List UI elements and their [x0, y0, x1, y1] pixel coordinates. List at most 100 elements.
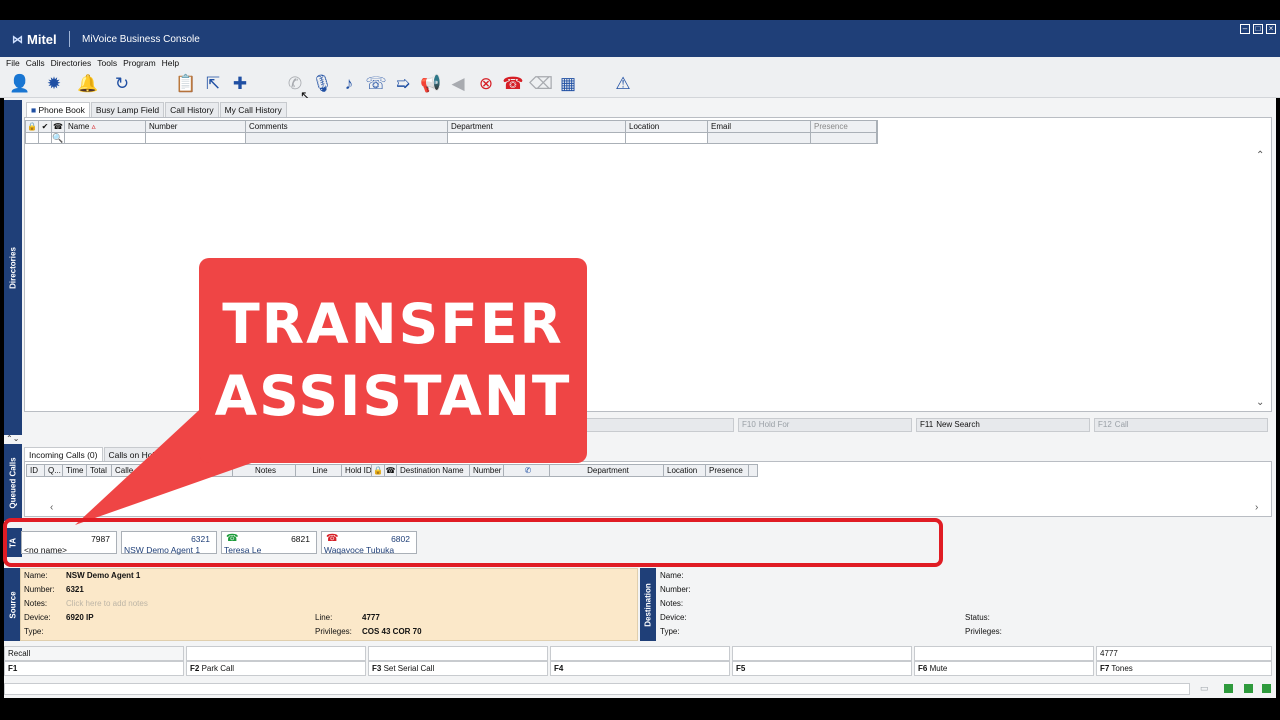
f2-park-call-key[interactable]: F2 Park Call [186, 661, 366, 676]
destination-name-label: Name: [660, 571, 684, 580]
bell-icon[interactable]: 🔔 [76, 73, 100, 95]
ta-highlight-box [3, 518, 943, 567]
menu-bar: File Calls Directories Tools Program Hel… [0, 57, 1280, 70]
col-number[interactable]: Number [146, 121, 246, 132]
tab-call-history[interactable]: Call History [165, 102, 219, 117]
f10-hold-for-key[interactable]: F10 Hold For [738, 418, 912, 432]
source-notes-field[interactable]: Click here to add notes [66, 599, 148, 608]
destination-privileges-label: Privileges: [965, 627, 1002, 636]
directory-tabs: ■ Phone Book Busy Lamp Field Call Histor… [26, 102, 288, 117]
back-icon[interactable]: ◀ [446, 73, 470, 95]
filter-comments[interactable] [246, 133, 448, 143]
menu-tools[interactable]: Tools [97, 57, 117, 70]
col-location[interactable]: Location [626, 121, 708, 132]
microphone-mute-icon[interactable]: 🎙 [310, 73, 334, 95]
callout-line-1: TRANSFER [222, 292, 564, 356]
settings-icon[interactable]: ✹ [42, 73, 66, 95]
blank-key-top-2[interactable] [186, 646, 366, 661]
blank-key-top-6[interactable] [914, 646, 1094, 661]
f5-key[interactable]: F5 [732, 661, 912, 676]
blank-key-top-5[interactable] [732, 646, 912, 661]
queued-calls-side-tab[interactable]: Queued Calls [4, 444, 22, 521]
col-presence[interactable]: Presence [706, 465, 749, 476]
col-presence[interactable]: Presence [811, 121, 877, 132]
filter-name[interactable] [65, 133, 146, 143]
col-location[interactable]: Location [664, 465, 706, 476]
source-name: NSW Demo Agent 1 [66, 571, 141, 580]
clipboard-icon[interactable]: 📋 [174, 73, 198, 95]
col-name[interactable]: Name ▵ [65, 121, 146, 132]
directories-side-tab[interactable]: Directories [4, 100, 22, 435]
tab-busy-lamp-field[interactable]: Busy Lamp Field [90, 102, 165, 117]
menu-directories[interactable]: Directories [51, 57, 92, 70]
menu-program[interactable]: Program [123, 57, 156, 70]
menu-calls[interactable]: Calls [26, 57, 45, 70]
source-privileges: COS 43 COR 70 [362, 627, 422, 636]
menu-file[interactable]: File [6, 57, 20, 70]
line-value-key[interactable]: 4777 [1096, 646, 1272, 661]
f1-key[interactable]: F1 [4, 661, 184, 676]
mitel-logo: ⋈ Mitel [12, 32, 57, 47]
filter-email[interactable] [708, 133, 811, 143]
filter-department[interactable] [448, 133, 626, 143]
destination-side-tab[interactable]: Destination [640, 568, 656, 641]
close-button[interactable]: × [1266, 24, 1276, 34]
recall-key[interactable]: Recall [4, 646, 184, 661]
menu-help[interactable]: Help [162, 57, 179, 70]
tab-my-call-history[interactable]: My Call History [219, 102, 287, 117]
f7-tones-key[interactable]: F7 Tones [1096, 661, 1272, 676]
blank-key-top-3[interactable] [368, 646, 548, 661]
scroll-down-icon[interactable]: ⌄ [1256, 397, 1264, 408]
filter-number[interactable] [146, 133, 246, 143]
source-notes-label: Notes: [24, 599, 48, 608]
destination-notes-label: Notes: [660, 599, 684, 608]
pin-icon[interactable]: ⇱ [201, 73, 225, 95]
clear-icon[interactable]: ⌫ [529, 73, 553, 95]
filter-location[interactable] [626, 133, 708, 143]
collapse-toggle-icon[interactable]: ⌃⌄ [6, 434, 19, 443]
warning-icon[interactable]: ⚠ [611, 73, 635, 95]
scroll-left-icon[interactable]: ‹ [50, 502, 53, 513]
f12-call-key[interactable]: F12 Call [1094, 418, 1268, 432]
f11-new-search-key[interactable]: F11 New Search [916, 418, 1090, 432]
call-forward-icon[interactable]: ☏ [364, 73, 388, 95]
directory-header: 🔒 ✔ ☎ Name ▵ Number Comments Department … [25, 120, 878, 133]
col-queue[interactable]: Q... [45, 465, 63, 476]
scroll-up-icon[interactable]: ⌃ [1256, 150, 1264, 161]
search-icon[interactable]: 🔍 [52, 133, 65, 143]
keypad-icon[interactable]: ▦ [556, 73, 580, 95]
cancel-icon[interactable]: ⊗ [474, 73, 498, 95]
callout-line-2: ASSISTANT [214, 364, 572, 428]
music-icon[interactable]: ♪ [337, 73, 361, 95]
col-email[interactable]: Email [708, 121, 811, 132]
chat-icon[interactable]: ▭ [1200, 683, 1209, 694]
scroll-right-icon[interactable]: › [1255, 502, 1258, 513]
directory-filter-row: 🔍 [25, 133, 878, 144]
phone-column-icon[interactable]: ☎ [52, 121, 65, 132]
add-icon[interactable]: ✚ [228, 73, 252, 95]
check-icon[interactable]: ✔ [39, 121, 52, 132]
lock-icon[interactable]: 🔒 [26, 121, 39, 132]
col-comments[interactable]: Comments [246, 121, 448, 132]
paging-icon[interactable]: 📢 [419, 73, 443, 95]
voicemail-icon[interactable]: ➯ [391, 73, 415, 95]
source-line-label: Line: [315, 613, 333, 622]
col-department[interactable]: Department [448, 121, 626, 132]
blank-key-top-4[interactable] [550, 646, 730, 661]
f6-mute-key[interactable]: F6 Mute [914, 661, 1094, 676]
phone-book-icon: ■ [31, 105, 39, 115]
server-status-icon [1262, 684, 1271, 693]
tab-phone-book[interactable]: ■ Phone Book [26, 102, 90, 117]
refresh-icon[interactable]: ↻ [110, 73, 134, 95]
f3-set-serial-call-key[interactable]: F3 Set Serial Call [368, 661, 548, 676]
hangup-icon[interactable]: ☎ [501, 73, 525, 95]
agent-icon[interactable]: 👤 [8, 73, 32, 95]
status-bar-field [4, 683, 1190, 695]
maximize-button[interactable]: □ [1253, 24, 1263, 34]
col-id[interactable]: ID [27, 465, 45, 476]
minimize-button[interactable]: – [1240, 24, 1250, 34]
f4-key[interactable]: F4 [550, 661, 730, 676]
filter-presence[interactable] [811, 133, 877, 143]
app-title: MiVoice Business Console [82, 34, 200, 45]
destination-type-label: Type: [660, 627, 680, 636]
